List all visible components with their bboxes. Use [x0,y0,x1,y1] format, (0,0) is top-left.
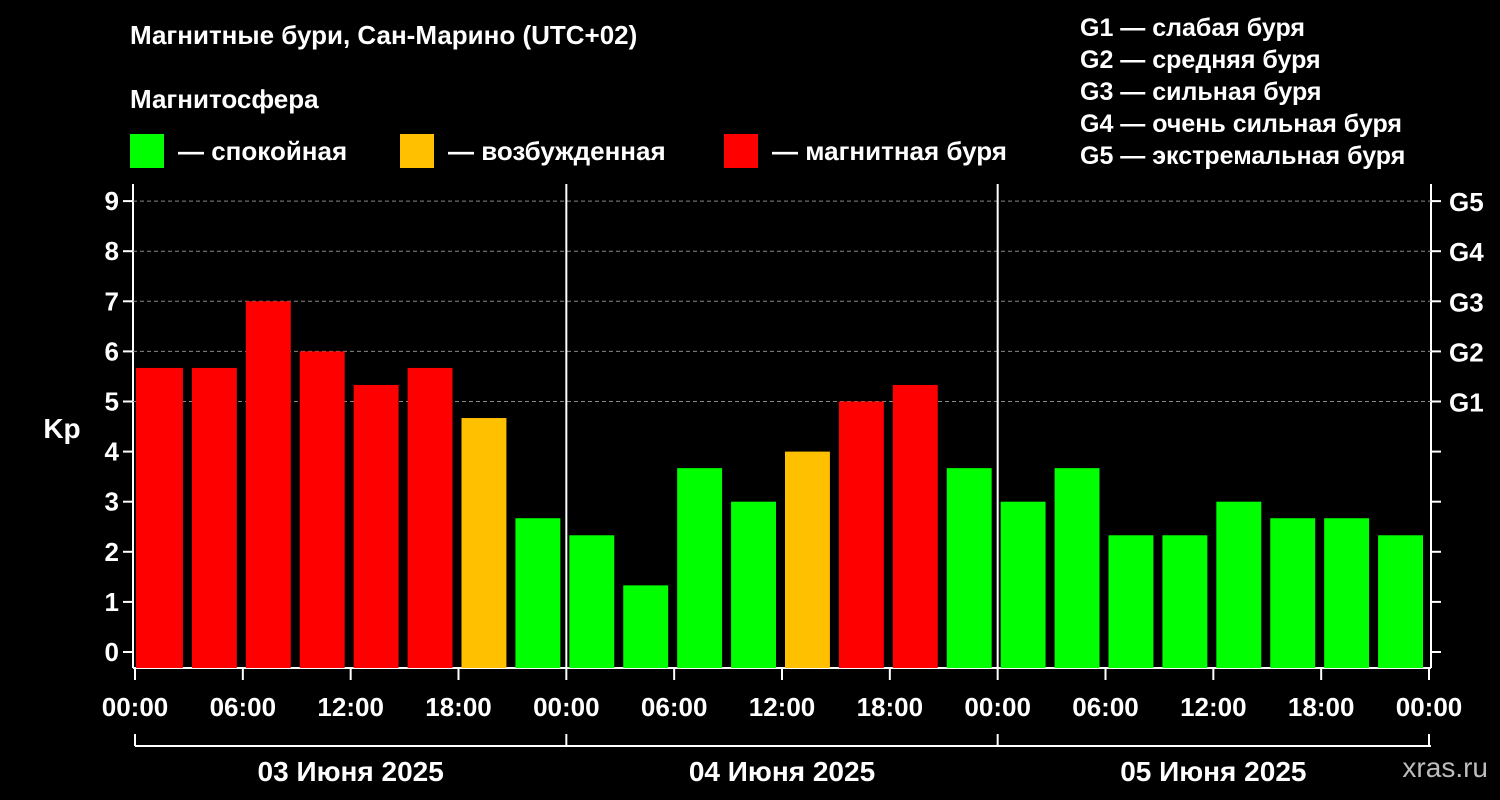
y-tick-label: 5 [105,387,119,417]
y-tick-label: 4 [105,437,120,467]
kp-bar [1054,468,1100,668]
x-tick-label: 06:00 [641,692,708,722]
kp-bar [136,367,183,668]
day-label: 04 Июня 2025 [689,756,875,787]
y-tick-label: 3 [105,487,119,517]
kp-bar [677,468,723,668]
day-label: 05 Июня 2025 [1120,756,1306,787]
g-level-label: G2 [1449,337,1484,367]
y-tick-label: 8 [105,236,119,266]
kp-bar [1108,535,1154,668]
kp-bar [569,535,615,668]
x-tick-label: 18:00 [1288,692,1355,722]
x-tick-label: 06:00 [1072,692,1139,722]
y-tick-label: 0 [105,637,119,667]
watermark: xras.ru [1402,752,1488,783]
kp-bar [299,351,345,668]
x-tick-label: 00:00 [533,692,600,722]
kp-bar [838,401,884,668]
g-level-label: G4 [1449,237,1484,267]
kp-bar [892,384,938,668]
kp-bar [191,367,237,668]
x-tick-label: 00:00 [102,692,169,722]
kp-bar [515,518,561,668]
g-level-label: G5 [1449,187,1484,217]
y-axis-label: Kp [43,413,80,444]
x-tick-label: 12:00 [317,692,384,722]
kp-bar-chart: 0 1 2 3 4 5 6 7 8 9 G1 G2 G3 G4 G5 Kp 00:00 06:00 12:00 18:… [43,184,1484,787]
kp-bar [461,418,507,668]
kp-bar [623,585,669,668]
x-tick-label: 06:00 [210,692,277,722]
y-tick-label: 7 [105,286,119,316]
x-tick-label: 00:00 [964,692,1031,722]
kp-bar [946,468,992,668]
kp-bar [1378,535,1423,668]
kp-bar [1162,535,1208,668]
kp-bar [731,501,776,668]
x-tick-label: 00:00 [1396,692,1463,722]
kp-bar [1270,518,1316,668]
x-tick-label: 12:00 [1180,692,1247,722]
g-level-label: G3 [1449,287,1484,317]
g-level-label: G1 [1449,388,1484,418]
x-tick-label: 12:00 [749,692,816,722]
y-tick-label: 6 [105,336,119,366]
y-tick-label: 2 [105,537,119,567]
kp-bar [1000,501,1046,668]
kp-bar [1216,501,1262,668]
day-label: 03 Июня 2025 [258,756,444,787]
kp-bar [353,384,399,668]
x-tick-label: 18:00 [857,692,924,722]
y-tick-label: 9 [105,186,119,216]
kp-bar [785,451,830,668]
kp-bar [245,301,291,668]
y-tick-label: 1 [105,587,119,617]
x-tick-label: 18:00 [425,692,492,722]
kp-bar [407,367,453,668]
kp-bar [1324,518,1370,668]
